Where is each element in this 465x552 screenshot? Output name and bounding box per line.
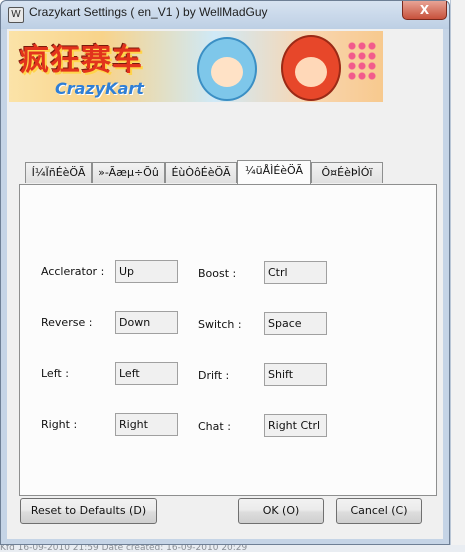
tab-display[interactable]: »-Ãæµ÷Õû — [92, 162, 165, 183]
close-button[interactable]: X — [402, 1, 447, 20]
tab-graphics[interactable]: Í¼ÏñÉèÖÃ — [25, 162, 92, 183]
boost-label: Boost : — [198, 267, 237, 280]
reverse-key-field[interactable]: Down — [115, 311, 178, 334]
boost-key-field[interactable]: Ctrl — [264, 261, 327, 284]
tab-sound[interactable]: ÉùÒôÉèÖÃ — [165, 162, 237, 183]
accelerator-label: Acclerator : — [41, 265, 105, 278]
switch-label: Switch : — [198, 318, 242, 331]
ok-button[interactable]: OK (O) — [238, 498, 324, 524]
background-window-edge — [450, 0, 465, 552]
background-status-text: Kfd 16-09-2010 21:59 Date created: 16-09… — [0, 545, 465, 552]
reset-defaults-button[interactable]: Reset to Defaults (D) — [20, 498, 157, 524]
settings-window: W Crazykart Settings ( en_V1 ) by WellMa… — [0, 0, 450, 545]
dialog-body: 疯狂赛车 CrazyKart Í¼ÏñÉèÖÃ »-Ãæµ÷Õû ÉùÒôÉèÖ… — [7, 29, 443, 539]
cancel-button[interactable]: Cancel (C) — [336, 498, 422, 524]
right-label: Right : — [41, 418, 78, 431]
drift-label: Drift : — [198, 369, 230, 382]
right-key-field[interactable]: Right — [115, 413, 178, 436]
drift-key-field[interactable]: Shift — [264, 363, 327, 386]
banner-logo-chinese: 疯狂赛车 — [19, 43, 143, 78]
banner-decoration — [347, 41, 377, 81]
banner-character-red — [281, 35, 341, 101]
window-title: Crazykart Settings ( en_V1 ) by WellMadG… — [29, 5, 268, 19]
tab-keyboard[interactable]: ¼üÅÌÉèÖÃ — [237, 160, 311, 184]
banner-logo-english: CrazyKart — [55, 79, 144, 98]
title-bar[interactable]: W Crazykart Settings ( en_V1 ) by WellMa… — [1, 1, 449, 29]
left-key-field[interactable]: Left — [115, 362, 178, 385]
app-icon[interactable]: W — [8, 7, 24, 23]
chat-label: Chat : — [198, 420, 231, 433]
chat-key-field[interactable]: Right Ctrl — [264, 414, 327, 437]
switch-key-field[interactable]: Space — [264, 312, 327, 335]
tab-preset-phrases[interactable]: Ô¤ÉèÞÌÓï — [311, 162, 383, 183]
game-banner: 疯狂赛车 CrazyKart — [9, 31, 383, 102]
left-label: Left : — [41, 367, 69, 380]
keyboard-settings-panel: Acclerator : Up Reverse : Down Left : Le… — [19, 184, 437, 496]
banner-character-blue — [197, 37, 257, 101]
accelerator-key-field[interactable]: Up — [115, 260, 178, 283]
reverse-label: Reverse : — [41, 316, 93, 329]
